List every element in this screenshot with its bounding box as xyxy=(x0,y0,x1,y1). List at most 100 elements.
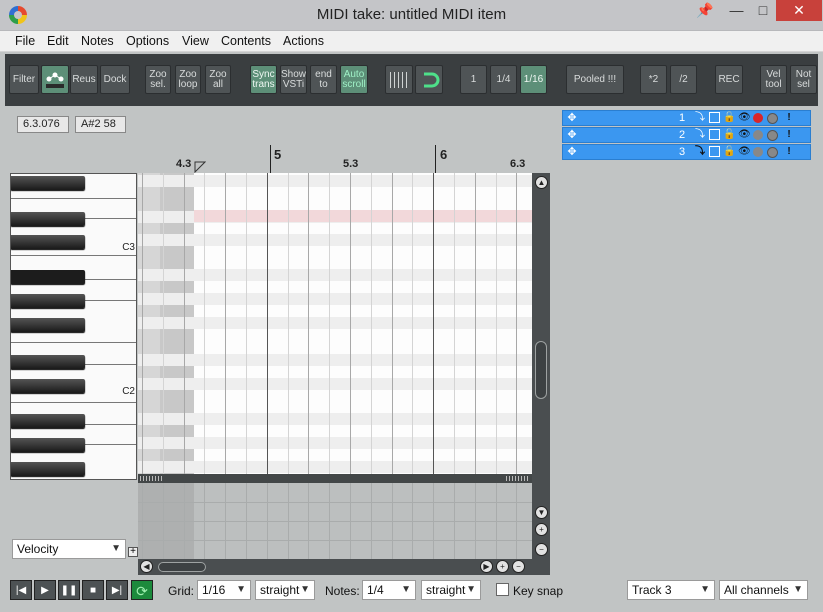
menu-contents[interactable]: Contents xyxy=(221,34,271,48)
maximize-button[interactable]: □ xyxy=(750,0,776,21)
horizontal-scroll-thumb[interactable] xyxy=(158,562,206,572)
add-lane-button[interactable]: + xyxy=(128,547,138,557)
quantize-1-4-button[interactable]: 1/4 xyxy=(490,65,517,94)
grid-select[interactable]: 1/16 ▼ xyxy=(197,580,251,600)
zoom-loop-button[interactable]: Zoo loop xyxy=(175,65,201,94)
menu-file[interactable]: File xyxy=(15,34,35,48)
eye-icon[interactable]: 👁 xyxy=(738,146,751,158)
minimize-button[interactable]: — xyxy=(723,0,750,21)
track-row[interactable]: ✥ 3 ⤵ 🔓 👁 ! xyxy=(562,144,811,160)
divide-2-button[interactable]: /2 xyxy=(670,65,697,94)
zoom-in-icon[interactable]: + xyxy=(535,523,548,536)
loop-icon[interactable]: ⟳ xyxy=(131,580,153,600)
zoom-all-button[interactable]: Zoo all xyxy=(205,65,231,94)
zoom-out-icon[interactable]: − xyxy=(535,543,548,556)
record-dot-icon[interactable] xyxy=(753,130,763,140)
show-vsti-button[interactable]: Show VSTi xyxy=(280,65,307,94)
black-key[interactable] xyxy=(11,294,85,308)
lock-icon[interactable]: 🔓 xyxy=(723,129,735,141)
select-checkbox[interactable] xyxy=(709,112,720,123)
vertical-scroll-thumb[interactable] xyxy=(535,341,547,399)
play-icon[interactable]: ▶ xyxy=(34,580,56,600)
move-icon[interactable]: ✥ xyxy=(566,146,578,158)
close-button[interactable]: ✕ xyxy=(776,0,822,21)
mute-icon[interactable] xyxy=(767,113,778,124)
record-arm-icon[interactable]: ⤵ xyxy=(694,112,706,124)
quantize-1-16-button[interactable]: 1/16 xyxy=(520,65,547,94)
cc-lane-select[interactable]: Velocity ▼ xyxy=(12,539,126,559)
sync-trans-button[interactable]: Sync trans xyxy=(250,65,277,94)
move-icon[interactable]: ✥ xyxy=(566,129,578,141)
menu-notes[interactable]: Notes xyxy=(81,34,114,48)
velocity-lane[interactable] xyxy=(138,483,532,559)
end-to-button[interactable]: end to xyxy=(310,65,337,94)
snap-magnet-button[interactable] xyxy=(415,65,443,94)
black-key[interactable] xyxy=(11,414,85,428)
black-key[interactable] xyxy=(11,355,85,369)
black-key-active[interactable] xyxy=(11,270,85,284)
mute-icon[interactable] xyxy=(767,130,778,141)
lane-divider[interactable] xyxy=(138,474,532,483)
midi-mode-button[interactable] xyxy=(41,65,69,94)
black-key[interactable] xyxy=(11,318,85,332)
menu-view[interactable]: View xyxy=(182,34,209,48)
mute-icon[interactable] xyxy=(767,147,778,158)
quantize-1-button[interactable]: 1 xyxy=(460,65,487,94)
filter-button[interactable]: Filter xyxy=(9,65,39,94)
eye-icon[interactable]: 👁 xyxy=(738,112,751,124)
black-key[interactable] xyxy=(11,462,85,476)
h-zoom-in-icon[interactable]: + xyxy=(496,560,509,573)
key-snap-checkbox[interactable] xyxy=(496,583,509,596)
scroll-right-icon[interactable]: ▶ xyxy=(480,560,493,573)
velocity-tool-button[interactable]: Vel tool xyxy=(760,65,787,94)
record-arm-icon-active[interactable]: ⤵ xyxy=(694,146,706,158)
stop-icon[interactable]: ■ xyxy=(82,580,104,600)
black-key[interactable] xyxy=(11,379,85,393)
black-key[interactable] xyxy=(11,176,85,190)
record-dot-icon[interactable] xyxy=(753,147,763,157)
divider-grip-right[interactable] xyxy=(506,476,530,481)
notes-length-select[interactable]: 1/4 ▼ xyxy=(362,580,416,600)
vertical-scrollbar[interactable]: ▲ ▼ + − xyxy=(532,173,550,559)
auto-scroll-button[interactable]: Auto scroll xyxy=(340,65,368,94)
pooled-button[interactable]: Pooled !!! xyxy=(566,65,624,94)
pause-icon[interactable]: ❚❚ xyxy=(58,580,80,600)
menu-edit[interactable]: Edit xyxy=(47,34,69,48)
exclamation-icon[interactable]: ! xyxy=(783,146,795,158)
select-checkbox[interactable] xyxy=(709,146,720,157)
timeline-ruler[interactable]: 4.3 5 5.3 6 6.3 xyxy=(140,145,532,173)
piano-keyboard[interactable]: C3 C2 xyxy=(10,173,137,480)
pin-icon[interactable]: 📌 xyxy=(693,0,717,21)
channel-select[interactable]: All channels ▼ xyxy=(719,580,808,600)
select-checkbox[interactable] xyxy=(709,129,720,140)
black-key[interactable] xyxy=(11,438,85,452)
dock-button[interactable]: Dock xyxy=(100,65,130,94)
menu-options[interactable]: Options xyxy=(126,34,169,48)
horizontal-scrollbar[interactable]: ◀ ▶ + − xyxy=(138,559,550,575)
grid-mode-select[interactable]: straight ▼ xyxy=(255,580,315,600)
record-dot-icon[interactable] xyxy=(753,113,763,123)
multiply-2-button[interactable]: *2 xyxy=(640,65,667,94)
track-select[interactable]: Track 3 ▼ xyxy=(627,580,715,600)
play-cursor-icon[interactable] xyxy=(194,161,206,173)
grid-toggle-button[interactable] xyxy=(385,65,413,94)
lock-icon[interactable]: 🔓 xyxy=(723,146,735,158)
eye-icon[interactable]: 👁 xyxy=(738,129,751,141)
exclamation-icon[interactable]: ! xyxy=(783,129,795,141)
black-key[interactable] xyxy=(11,235,85,249)
move-icon[interactable]: ✥ xyxy=(566,112,578,124)
track-row[interactable]: ✥ 1 ⤵ 🔓 👁 ! xyxy=(562,110,811,126)
black-key[interactable] xyxy=(11,212,85,226)
go-to-end-icon[interactable]: ▶| xyxy=(106,580,128,600)
record-arm-icon[interactable]: ⤵ xyxy=(694,129,706,141)
scroll-up-icon[interactable]: ▲ xyxy=(535,176,548,189)
exclamation-icon[interactable]: ! xyxy=(783,112,795,124)
scroll-down-icon[interactable]: ▼ xyxy=(535,506,548,519)
record-button[interactable]: REC xyxy=(715,65,743,94)
zoom-selection-button[interactable]: Zoo sel. xyxy=(145,65,171,94)
scroll-left-icon[interactable]: ◀ xyxy=(140,560,153,573)
note-select-button[interactable]: Not sel xyxy=(790,65,817,94)
divider-grip-left[interactable] xyxy=(140,476,164,481)
lock-icon[interactable]: 🔓 xyxy=(723,112,735,124)
menu-actions[interactable]: Actions xyxy=(283,34,324,48)
